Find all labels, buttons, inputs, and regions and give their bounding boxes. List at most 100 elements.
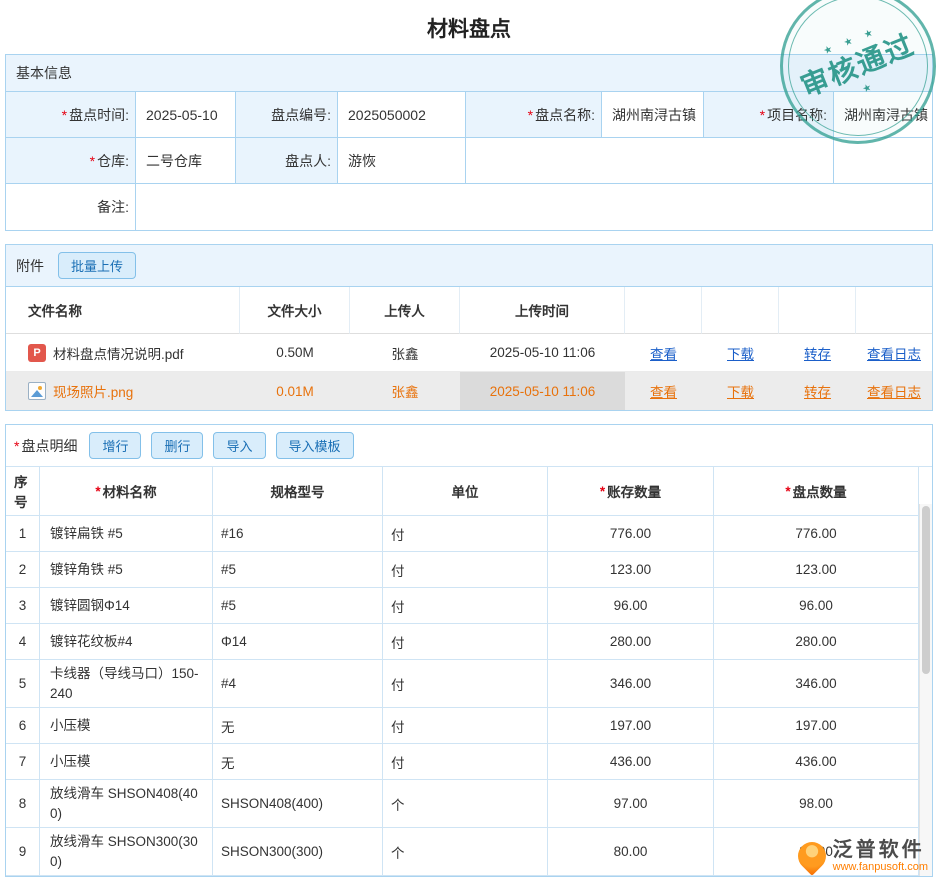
download-link[interactable]: 下载 — [727, 381, 754, 401]
file-size: 0.01M — [240, 372, 350, 410]
upload-time: 2025-05-10 11:06 — [460, 334, 625, 372]
view-link[interactable]: 查看 — [650, 343, 677, 363]
cell-spec: #4 — [213, 660, 383, 708]
fanpusoft-logo-icon — [792, 836, 832, 876]
import-template-button[interactable]: 导入模板 — [276, 432, 354, 459]
inventory-no-value: 2025050002 — [338, 92, 466, 138]
cell-material-name: 镀锌花纹板#4 — [40, 624, 213, 660]
col-counted-qty: *盘点数量 — [714, 467, 919, 516]
required-marker: * — [14, 438, 19, 454]
required-marker: * — [760, 107, 765, 123]
cell-stock-qty: 80.00 — [548, 828, 714, 876]
transfer-link[interactable]: 转存 — [804, 381, 831, 401]
cell-spec: #5 — [213, 552, 383, 588]
col-stock-qty: *账存数量 — [548, 467, 714, 516]
cell-counted-qty: 436.00 — [714, 744, 919, 780]
file-name: 材料盘点情况说明.pdf — [53, 343, 184, 363]
fanpusoft-logo: 泛普软件 www.fanpusoft.com — [798, 839, 928, 873]
uploader: 张鑫 — [350, 334, 460, 372]
transfer-link[interactable]: 转存 — [804, 343, 831, 363]
cell-spec: SHSON408(400) — [213, 780, 383, 828]
cell-material-name: 镀锌角铁 #5 — [40, 552, 213, 588]
cell-counted-qty: 123.00 — [714, 552, 919, 588]
cell-stock-qty: 436.00 — [548, 744, 714, 780]
cell-stock-qty: 96.00 — [548, 588, 714, 624]
required-marker: * — [90, 153, 95, 169]
page-title: 材料盘点 — [0, 0, 938, 54]
cell-material-name: 卡线器（导线马口）150-240 — [40, 660, 213, 708]
cell-spec: SHSON300(300) — [213, 828, 383, 876]
inventory-name-label: *盘点名称: — [466, 92, 602, 138]
cell-seq: 2 — [6, 552, 40, 588]
cell-spec: #16 — [213, 516, 383, 552]
cell-unit: 付 — [383, 624, 548, 660]
col-action — [702, 287, 779, 334]
pdf-file-icon: P — [28, 344, 46, 362]
col-action — [625, 287, 702, 334]
file-name: 现场照片.png — [53, 381, 133, 401]
material-inventory-page: 材料盘点 ★ ★ ★ 审核通过 ★ 基本信息 *盘点时间: 2025-05-10… — [0, 0, 938, 877]
cell-counted-qty: 197.00 — [714, 708, 919, 744]
required-marker: * — [785, 484, 790, 499]
basic-info-header: 基本信息 — [6, 55, 932, 92]
col-file-size: 文件大小 — [240, 287, 350, 334]
col-uploader: 上传人 — [350, 287, 460, 334]
details-table: 序号 *材料名称 规格型号 单位 *账存数量 *盘点数量 1 镀锌扁铁 #5 #… — [6, 466, 932, 876]
cell-stock-qty: 346.00 — [548, 660, 714, 708]
details-title: *盘点明细 — [14, 436, 77, 456]
inventory-no-label: 盘点编号: — [236, 92, 338, 138]
attachment-row-selected[interactable]: 现场照片.png 0.01M 张鑫 2025-05-10 11:06 查看 下载… — [6, 372, 932, 410]
details-toolbar: *盘点明细 增行 删行 导入 导入模板 — [6, 425, 932, 466]
vertical-scrollbar[interactable] — [919, 504, 932, 876]
basic-info-title: 基本信息 — [16, 63, 72, 83]
empty-cell — [834, 138, 932, 184]
col-action — [779, 287, 856, 334]
inventory-person-value: 游恢 — [338, 138, 466, 184]
view-log-link[interactable]: 查看日志 — [867, 381, 921, 401]
cell-stock-qty: 123.00 — [548, 552, 714, 588]
cell-seq: 3 — [6, 588, 40, 624]
cell-stock-qty: 776.00 — [548, 516, 714, 552]
file-name-cell: 现场照片.png — [6, 372, 240, 410]
scrollbar-thumb[interactable] — [922, 506, 930, 674]
import-button[interactable]: 导入 — [213, 432, 265, 459]
cell-unit: 个 — [383, 828, 548, 876]
cell-unit: 付 — [383, 552, 548, 588]
batch-upload-button[interactable]: 批量上传 — [58, 252, 136, 279]
cell-seq: 4 — [6, 624, 40, 660]
col-file-name: 文件名称 — [6, 287, 240, 334]
cell-unit: 付 — [383, 744, 548, 780]
view-log-link[interactable]: 查看日志 — [867, 343, 921, 363]
cell-unit: 付 — [383, 708, 548, 744]
cell-spec: #5 — [213, 588, 383, 624]
cell-seq: 8 — [6, 780, 40, 828]
basic-info-section: 基本信息 *盘点时间: 2025-05-10 盘点编号: 2025050002 … — [5, 54, 933, 231]
warehouse-value: 二号仓库 — [136, 138, 236, 184]
brand-name: 泛普软件 — [833, 839, 928, 861]
cell-material-name: 放线滑车 SHSON300(300) — [40, 828, 213, 876]
cell-material-name: 镀锌圆钢Φ14 — [40, 588, 213, 624]
cell-stock-qty: 97.00 — [548, 780, 714, 828]
col-spec: 规格型号 — [213, 467, 383, 516]
attachments-table-header: 文件名称 文件大小 上传人 上传时间 — [6, 287, 932, 334]
cell-unit: 付 — [383, 516, 548, 552]
cell-unit: 付 — [383, 660, 548, 708]
delete-row-button[interactable]: 删行 — [151, 432, 203, 459]
download-link[interactable]: 下载 — [727, 343, 754, 363]
col-material-name: *材料名称 — [40, 467, 213, 516]
cell-material-name: 小压模 — [40, 744, 213, 780]
cell-spec: 无 — [213, 744, 383, 780]
cell-spec: 无 — [213, 708, 383, 744]
project-name-value: 湖州南浔古镇 — [834, 92, 932, 138]
cell-material-name: 放线滑车 SHSON408(400) — [40, 780, 213, 828]
view-link[interactable]: 查看 — [650, 381, 677, 401]
file-size: 0.50M — [240, 334, 350, 372]
cell-seq: 5 — [6, 660, 40, 708]
add-row-button[interactable]: 增行 — [89, 432, 141, 459]
cell-material-name: 小压模 — [40, 708, 213, 744]
cell-material-name: 镀锌扁铁 #5 — [40, 516, 213, 552]
inventory-name-value: 湖州南浔古镇 — [602, 92, 704, 138]
attachment-row[interactable]: P 材料盘点情况说明.pdf 0.50M 张鑫 2025-05-10 11:06… — [6, 334, 932, 372]
cell-counted-qty: 280.00 — [714, 624, 919, 660]
image-file-icon — [28, 382, 46, 400]
